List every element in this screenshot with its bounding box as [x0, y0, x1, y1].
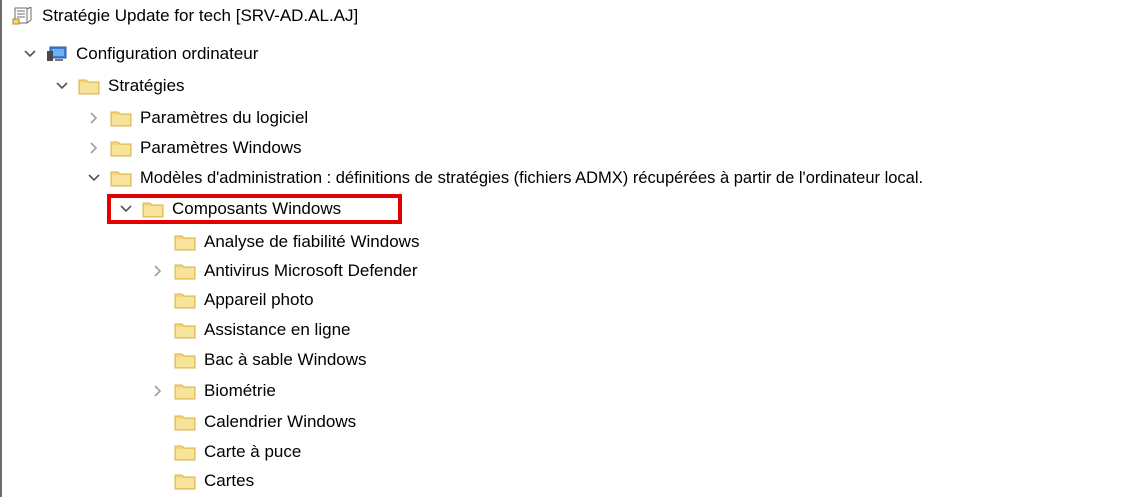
tree-item-label: Biométrie: [204, 381, 276, 400]
folder-icon: [174, 321, 196, 339]
folder-icon: [110, 139, 132, 157]
tree-item-software-settings[interactable]: Paramètres du logiciel: [86, 104, 308, 132]
tree-item-child[interactable]: Antivirus Microsoft Defender: [150, 257, 418, 285]
tree-item-child[interactable]: Cartes: [150, 467, 254, 495]
folder-icon: [174, 472, 196, 490]
tree-item-label: Stratégies: [108, 76, 185, 95]
folder-icon: [174, 351, 196, 369]
tree-item-child[interactable]: Calendrier Windows: [150, 408, 356, 436]
tree-item-root[interactable]: Stratégie Update for tech [SRV-AD.AL.AJ]: [12, 2, 358, 30]
tree-item-label: Appareil photo: [204, 290, 314, 309]
tree-item-child[interactable]: Analyse de fiabilité Windows: [150, 228, 419, 256]
chevron-right-icon[interactable]: [86, 140, 102, 156]
chevron-down-icon[interactable]: [86, 170, 102, 186]
tree-item-label: Carte à puce: [204, 442, 302, 461]
tree-item-label: Assistance en ligne: [204, 320, 351, 339]
folder-icon: [174, 233, 196, 251]
folder-icon: [174, 262, 196, 280]
selection-highlight-box: [107, 194, 402, 224]
folder-icon: [174, 443, 196, 461]
tree-item-label: Paramètres du logiciel: [140, 108, 309, 127]
tree-item-label: Paramètres Windows: [140, 138, 302, 157]
tree-item-label: Calendrier Windows: [204, 412, 357, 431]
computer-icon: [46, 45, 68, 63]
tree-item-windows-settings[interactable]: Paramètres Windows: [86, 134, 302, 162]
tree-item-child[interactable]: Bac à sable Windows: [150, 346, 367, 374]
tree-item-child[interactable]: Carte à puce: [150, 438, 301, 466]
folder-icon: [78, 77, 100, 95]
policy-document-icon: [12, 6, 34, 25]
chevron-right-icon[interactable]: [86, 110, 102, 126]
tree-item-child[interactable]: Biométrie: [150, 377, 276, 405]
tree-item-label: Stratégie Update for tech [SRV-AD.AL.AJ]: [42, 6, 359, 25]
tree-item-label: Bac à sable Windows: [204, 350, 367, 369]
tree-item-label: Analyse de fiabilité Windows: [204, 232, 420, 251]
folder-icon: [110, 109, 132, 127]
chevron-down-icon[interactable]: [54, 78, 70, 94]
tree-item-child[interactable]: Assistance en ligne: [150, 316, 350, 344]
tree-item-computer-configuration[interactable]: Configuration ordinateur: [22, 40, 258, 68]
tree-item-strategies[interactable]: Stratégies: [54, 72, 185, 100]
chevron-down-icon[interactable]: [22, 46, 38, 62]
chevron-right-icon[interactable]: [150, 263, 166, 279]
folder-icon: [174, 382, 196, 400]
folder-icon: [174, 291, 196, 309]
tree-item-label: Configuration ordinateur: [76, 44, 259, 63]
folder-icon: [110, 169, 132, 187]
gpo-tree-view: Stratégie Update for tech [SRV-AD.AL.AJ]…: [0, 0, 1122, 497]
tree-item-administrative-templates[interactable]: Modèles d'administration : définitions d…: [86, 164, 923, 192]
tree-item-label: Cartes: [204, 471, 255, 490]
tree-item-label: Modèles d'administration : définitions d…: [140, 169, 924, 187]
folder-icon: [174, 413, 196, 431]
tree-item-label: Antivirus Microsoft Defender: [204, 261, 418, 280]
chevron-right-icon[interactable]: [150, 383, 166, 399]
tree-item-child[interactable]: Appareil photo: [150, 286, 314, 314]
